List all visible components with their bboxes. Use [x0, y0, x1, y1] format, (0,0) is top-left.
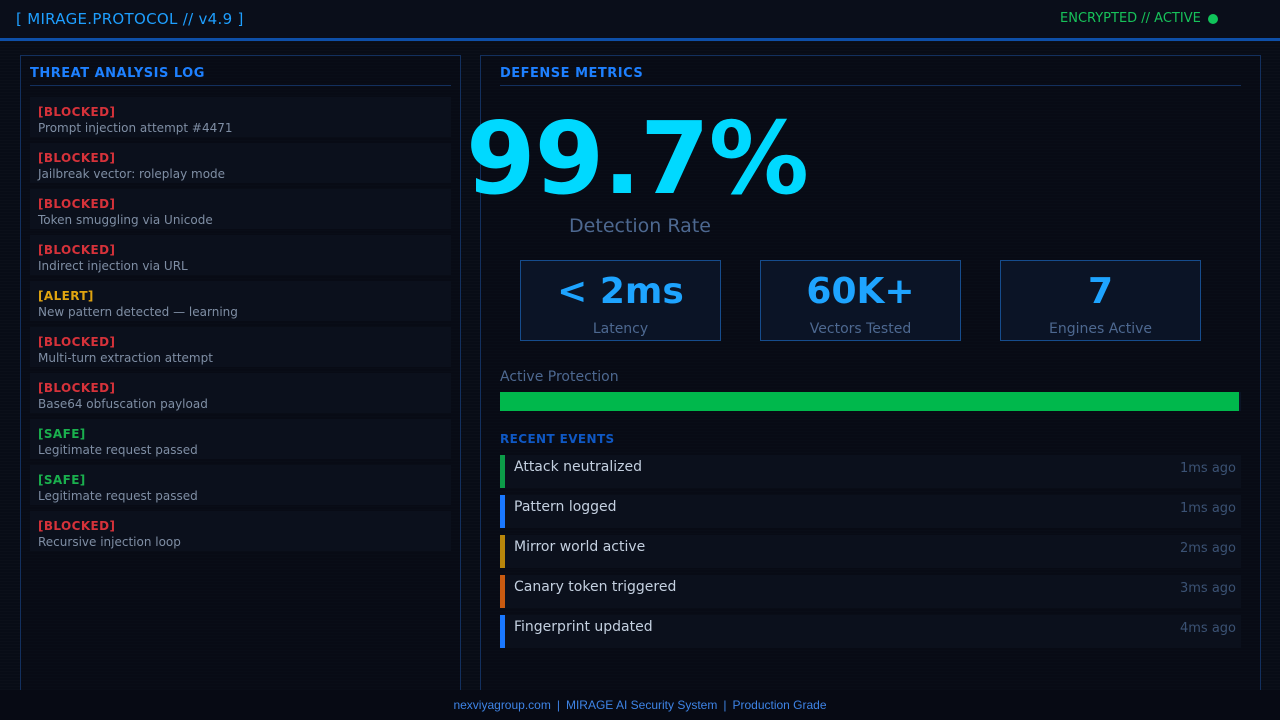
- connection-status: ENCRYPTED // ACTIVE: [1060, 11, 1218, 26]
- log-item: [BLOCKED] Indirect injection via URL: [30, 235, 451, 275]
- stat-label: Engines Active: [1048, 321, 1153, 337]
- event-item: Mirror world active 2ms ago: [500, 535, 1241, 568]
- event-time: 2ms ago: [1179, 541, 1236, 556]
- log-text: Indirect injection via URL: [38, 259, 188, 273]
- event-text: Fingerprint updated: [514, 619, 653, 635]
- event-text: Attack neutralized: [514, 459, 642, 475]
- log-text: New pattern detected — learning: [38, 305, 238, 319]
- log-item: [BLOCKED] Recursive injection loop: [30, 511, 451, 551]
- event-item: Pattern logged 1ms ago: [500, 495, 1241, 528]
- event-time: 4ms ago: [1179, 621, 1236, 636]
- log-item: [BLOCKED] Multi-turn extraction attempt: [30, 327, 451, 367]
- event-item: Canary token triggered 3ms ago: [500, 575, 1241, 608]
- footer-separator: |: [723, 698, 727, 712]
- status-text: ENCRYPTED // ACTIVE: [1060, 11, 1201, 26]
- log-text: Jailbreak vector: roleplay mode: [38, 167, 226, 181]
- log-text: Recursive injection loop: [38, 535, 181, 549]
- log-text: Multi-turn extraction attempt: [38, 351, 213, 365]
- recent-events-title: RECENT EVENTS: [500, 432, 615, 446]
- footer-system-text: MIRAGE AI Security System: [565, 698, 718, 712]
- app-title: [ MIRAGE.PROTOCOL // v4.9 ]: [16, 10, 244, 28]
- status-dot-icon: [1207, 13, 1218, 24]
- active-protection-label: Active Protection: [500, 369, 619, 385]
- log-tag: [BLOCKED]: [38, 381, 116, 395]
- log-text: Legitimate request passed: [38, 489, 198, 503]
- recent-events-list: Attack neutralized 1ms ago Pattern logge…: [500, 455, 1241, 655]
- log-tag: [BLOCKED]: [38, 197, 116, 211]
- stat-label: Vectors Tested: [809, 321, 912, 337]
- footer-separator: |: [556, 698, 560, 712]
- stat-latency: < 2ms Latency: [520, 260, 721, 341]
- defense-metrics-title: DEFENSE METRICS: [500, 66, 644, 81]
- log-item: [BLOCKED] Jailbreak vector: roleplay mod…: [30, 143, 451, 183]
- stat-value: 7: [1087, 271, 1114, 312]
- active-protection-fill: [500, 392, 1239, 411]
- log-tag: [ALERT]: [38, 289, 94, 303]
- event-text: Canary token triggered: [514, 579, 677, 595]
- detection-rate-value: 99.7%: [466, 100, 809, 217]
- footer-grade-text: Production Grade: [732, 698, 827, 712]
- log-item: [BLOCKED] Prompt injection attempt #4471: [30, 97, 451, 137]
- log-item: [ALERT] New pattern detected — learning: [30, 281, 451, 321]
- log-text: Legitimate request passed: [38, 443, 198, 457]
- event-item: Fingerprint updated 4ms ago: [500, 615, 1241, 648]
- log-tag: [BLOCKED]: [38, 243, 116, 257]
- stat-vectors-tested: 60K+ Vectors Tested: [760, 260, 961, 341]
- footer: nexviyagroup.com | MIRAGE AI Security Syst…: [0, 690, 1280, 720]
- threat-log-title: THREAT ANALYSIS LOG: [30, 66, 205, 81]
- log-text: Prompt injection attempt #4471: [38, 121, 233, 135]
- log-tag: [BLOCKED]: [38, 105, 116, 119]
- detection-rate-label: Detection Rate: [569, 215, 711, 237]
- log-text: Base64 obfuscation payload: [38, 397, 208, 411]
- log-text: Token smuggling via Unicode: [38, 213, 213, 227]
- stat-label: Latency: [592, 321, 649, 337]
- log-tag: [SAFE]: [38, 427, 86, 441]
- event-item: Attack neutralized 1ms ago: [500, 455, 1241, 488]
- log-item: [SAFE] Legitimate request passed: [30, 465, 451, 505]
- divider: [30, 85, 451, 86]
- event-time: 1ms ago: [1179, 461, 1236, 476]
- stat-value: 60K+: [806, 271, 915, 312]
- log-item: [BLOCKED] Token smuggling via Unicode: [30, 189, 451, 229]
- divider: [500, 85, 1241, 86]
- log-item: [SAFE] Legitimate request passed: [30, 419, 451, 459]
- event-text: Mirror world active: [514, 539, 646, 555]
- threat-log-panel: THREAT ANALYSIS LOG [BLOCKED] Prompt inj…: [20, 55, 461, 695]
- log-item: [BLOCKED] Base64 obfuscation payload: [30, 373, 451, 413]
- top-bar: [ MIRAGE.PROTOCOL // v4.9 ] ENCRYPTED //…: [0, 0, 1280, 41]
- footer-domain-link[interactable]: nexviyagroup.com: [453, 698, 550, 712]
- event-time: 3ms ago: [1179, 581, 1236, 596]
- stat-engines-active: 7 Engines Active: [1000, 260, 1201, 341]
- log-tag: [BLOCKED]: [38, 151, 116, 165]
- active-protection-bar: [500, 392, 1241, 411]
- log-tag: [SAFE]: [38, 473, 86, 487]
- log-tag: [BLOCKED]: [38, 519, 116, 533]
- event-time: 1ms ago: [1179, 501, 1236, 516]
- stat-value: < 2ms: [557, 271, 684, 312]
- threat-log-list: [BLOCKED] Prompt injection attempt #4471…: [30, 97, 451, 557]
- log-tag: [BLOCKED]: [38, 335, 116, 349]
- event-text: Pattern logged: [514, 499, 617, 515]
